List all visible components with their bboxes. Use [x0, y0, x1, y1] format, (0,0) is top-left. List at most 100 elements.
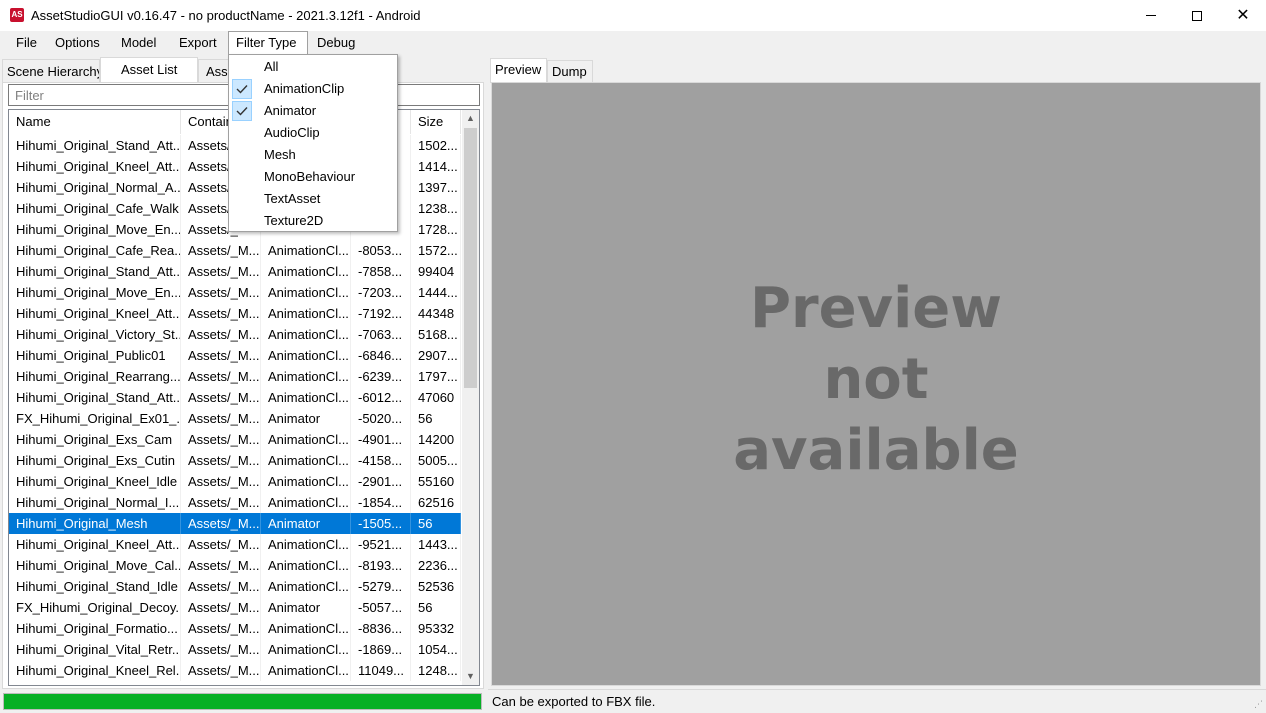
cell-type: AnimationCl... [261, 366, 351, 387]
table-row[interactable]: Hihumi_Original_Kneel_Att... Assets/_M...… [9, 534, 461, 555]
cell-name: Hihumi_Original_Kneel_Att... [9, 303, 181, 324]
table-row[interactable]: Hihumi_Original_Exs_Cutin Assets/_M... Ani… [9, 450, 461, 471]
cell-name: Hihumi_Original_Move_Cal... [9, 555, 181, 576]
filter-option-monobehaviour[interactable]: MonoBehaviour [229, 166, 397, 188]
table-row[interactable]: Hihumi_Original_Victory_St... Assets/_M..… [9, 324, 461, 345]
scroll-thumb[interactable] [464, 128, 477, 388]
filter-option-all[interactable]: All [229, 56, 397, 78]
column-header-size[interactable]: Size [411, 110, 461, 134]
filter-option-mesh[interactable]: Mesh [229, 144, 397, 166]
menu-filter-type[interactable]: Filter Type [228, 31, 308, 55]
maximize-button[interactable] [1174, 0, 1220, 31]
menu-file[interactable]: File [9, 31, 44, 55]
cell-name: Hihumi_Original_Rearrang... [9, 366, 181, 387]
tab-scene-hierarchy[interactable]: Scene Hierarchy [2, 59, 100, 83]
cell-type: Animator [261, 513, 351, 534]
cell-pathid: -4901... [351, 429, 411, 450]
filter-option-label: TextAsset [264, 191, 321, 206]
cell-pathid: -4158... [351, 450, 411, 471]
cell-name: Hihumi_Original_Move_En... [9, 219, 181, 240]
filter-option-audioclip[interactable]: AudioClip [229, 122, 397, 144]
table-row[interactable]: Hihumi_Original_Move_Cal... Assets/_M... A… [9, 555, 461, 576]
filter-option-animator[interactable]: Animator [229, 100, 397, 122]
cell-name: Hihumi_Original_Cafe_Walk [9, 198, 181, 219]
cell-container: Assets/_M... [181, 618, 261, 639]
menu-model[interactable]: Model [114, 31, 163, 55]
table-row[interactable]: Hihumi_Original_Vital_Retr... Assets/_M..… [9, 639, 461, 660]
cell-name: Hihumi_Original_Kneel_Att... [9, 534, 181, 555]
table-row[interactable]: Hihumi_Original_Normal_I... Assets/_M... A… [9, 492, 461, 513]
table-row[interactable]: Hihumi_Original_Formatio... Assets/_M... A… [9, 618, 461, 639]
cell-pathid: 11049... [351, 660, 411, 681]
cell-type: AnimationCl... [261, 303, 351, 324]
cell-type: AnimationCl... [261, 471, 351, 492]
cell-size: 1054... [411, 639, 461, 660]
cell-name: Hihumi_Original_Mesh [9, 513, 181, 534]
table-row[interactable]: FX_Hihumi_Original_Ex01_... Assets/_M... A… [9, 408, 461, 429]
preview-message-line2: not [823, 347, 929, 412]
cell-pathid: -7192... [351, 303, 411, 324]
table-row[interactable]: Hihumi_Original_Move_En... Assets/_M... An… [9, 282, 461, 303]
cell-size: 56 [411, 513, 461, 534]
cell-pathid: -7203... [351, 282, 411, 303]
tab-preview[interactable]: Preview [490, 58, 547, 83]
cell-container: Assets/_M... [181, 660, 261, 681]
table-row[interactable]: Hihumi_Original_Mesh Assets/_M... Animator… [9, 513, 461, 534]
cell-container: Assets/_M... [181, 303, 261, 324]
cell-name: Hihumi_Original_Stand_Att... [9, 387, 181, 408]
cell-container: Assets/_M... [181, 639, 261, 660]
close-button[interactable]: ✕ [1220, 0, 1266, 31]
vertical-scrollbar[interactable]: ▲ ▼ [462, 110, 479, 685]
menu-export[interactable]: Export [172, 31, 224, 55]
filter-option-label: Mesh [264, 147, 296, 162]
table-row[interactable]: Hihumi_Original_Kneel_Att... Assets/_M...… [9, 303, 461, 324]
preview-area: Preview not available [491, 82, 1261, 686]
table-row[interactable]: Hihumi_Original_Public01 Assets/_M... Anim… [9, 345, 461, 366]
table-row[interactable]: Hihumi_Original_Rearrang... Assets/_M... A… [9, 366, 461, 387]
cell-container: Assets/_M... [181, 555, 261, 576]
cell-pathid: -1869... [351, 639, 411, 660]
minimize-icon [1146, 15, 1156, 16]
cell-name: Hihumi_Original_Stand_Att... [9, 261, 181, 282]
filter-option-texture2d[interactable]: Texture2D [229, 210, 397, 232]
table-row[interactable]: Hihumi_Original_Cafe_Rea... Assets/_M... A… [9, 240, 461, 261]
filter-option-textasset[interactable]: TextAsset [229, 188, 397, 210]
scroll-up-arrow-icon[interactable]: ▲ [462, 110, 479, 127]
cell-type: AnimationCl... [261, 576, 351, 597]
cell-type: AnimationCl... [261, 429, 351, 450]
cell-size: 2907... [411, 345, 461, 366]
scroll-down-arrow-icon[interactable]: ▼ [462, 668, 479, 685]
filter-option-label: AudioClip [264, 125, 320, 140]
cell-size: 1238... [411, 198, 461, 219]
tab-asset-list[interactable]: Asset List [100, 57, 198, 84]
table-row[interactable]: Hihumi_Original_Kneel_Idle Assets/_M... An… [9, 471, 461, 492]
resize-grip-icon[interactable]: ⋰ [1254, 699, 1263, 710]
menu-options[interactable]: Options [48, 31, 107, 55]
cell-pathid: -7858... [351, 261, 411, 282]
table-row[interactable]: Hihumi_Original_Exs_Cam Assets/_M... Anima… [9, 429, 461, 450]
minimize-button[interactable] [1128, 0, 1174, 31]
cell-name: Hihumi_Original_Vital_Retr... [9, 639, 181, 660]
cell-container: Assets/_M... [181, 534, 261, 555]
table-row[interactable]: FX_Hihumi_Original_Decoy... Assets/_M... A… [9, 597, 461, 618]
cell-type: AnimationCl... [261, 345, 351, 366]
cell-pathid: -9521... [351, 534, 411, 555]
cell-container: Assets/_M... [181, 240, 261, 261]
tab-dump[interactable]: Dump [547, 60, 593, 82]
menu-debug[interactable]: Debug [310, 31, 362, 55]
cell-container: Assets/_M... [181, 492, 261, 513]
cell-type: AnimationCl... [261, 639, 351, 660]
filter-option-label: Animator [264, 103, 317, 118]
checkmark-icon [232, 101, 252, 121]
app-icon: AS [10, 8, 24, 22]
table-row[interactable]: Hihumi_Original_Stand_Att... Assets/_M...… [9, 387, 461, 408]
cell-pathid: -6239... [351, 366, 411, 387]
table-row[interactable]: Hihumi_Original_Stand_Att... Assets/_M...… [9, 261, 461, 282]
filter-option-label: All [264, 59, 279, 74]
table-row[interactable]: Hihumi_Original_Stand_Idle Assets/_M... An… [9, 576, 461, 597]
cell-name: Hihumi_Original_Cafe_Rea... [9, 240, 181, 261]
cell-size: 1248... [411, 660, 461, 681]
column-header-name[interactable]: Name [9, 110, 181, 134]
table-row[interactable]: Hihumi_Original_Kneel_Rel... Assets/_M...… [9, 660, 461, 681]
filter-option-animationclip[interactable]: AnimationClip [229, 78, 397, 100]
